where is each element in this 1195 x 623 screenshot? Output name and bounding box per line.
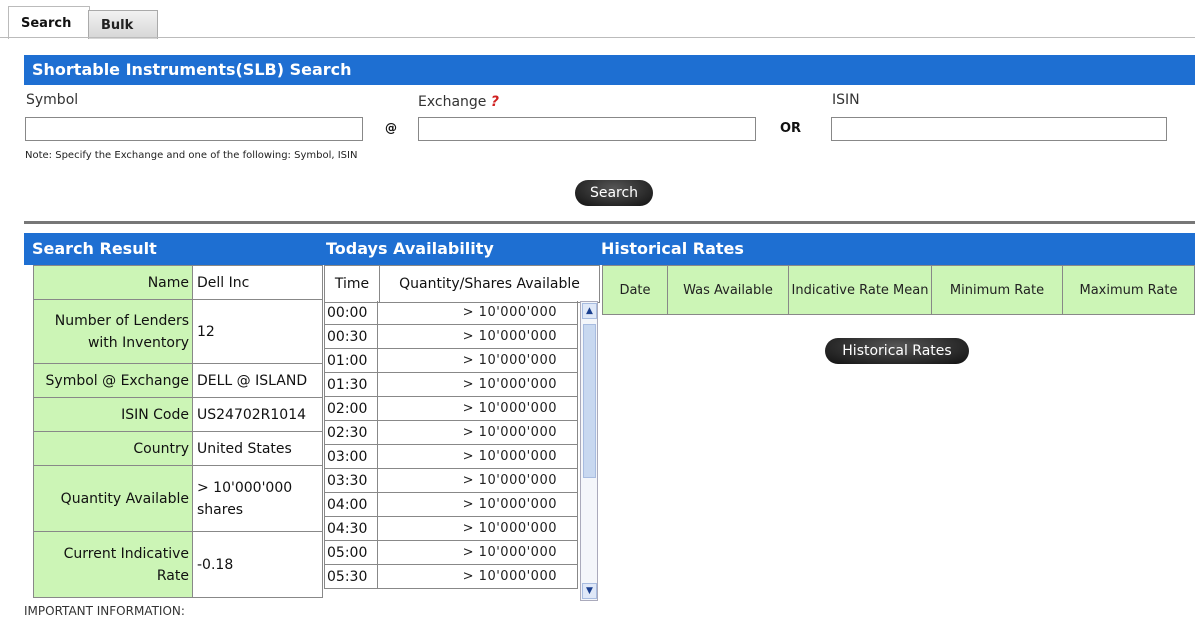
result-row-name: Name Dell Inc (33, 265, 323, 300)
availability-time: 03:30 (324, 469, 378, 493)
result-value: US24702R1014 (192, 397, 323, 432)
search-result-title: Search Result (32, 239, 157, 258)
historical-rates-table: Date Was Available Indicative Rate Mean … (602, 265, 1195, 315)
availability-time: 03:00 (324, 445, 378, 469)
result-row-isin: ISIN Code US24702R1014 (33, 397, 323, 432)
result-row-country: Country United States (33, 431, 323, 466)
result-row-lenders: Number of Lenders with Inventory 12 (33, 299, 323, 364)
availability-scrollbar[interactable]: ▲ ▼ (580, 301, 598, 601)
symbol-label: Symbol (26, 92, 79, 108)
help-icon[interactable]: ? (491, 94, 499, 110)
hist-header-max-rate: Maximum Rate (1062, 265, 1195, 315)
result-key: ISIN Code (33, 397, 193, 432)
result-key: Symbol @ Exchange (33, 363, 193, 398)
availability-time: 01:00 (324, 349, 378, 373)
result-row-rate: Current Indicative Rate -0.18 (33, 531, 323, 598)
results-header-bar: Search Result Todays Availability Histor… (24, 233, 1195, 265)
availability-quantity: > 10'000'000 (378, 349, 578, 373)
result-value: United States (192, 431, 323, 466)
availability-quantity: > 10'000'000 (378, 493, 578, 517)
availability-quantity: > 10'000'000 (378, 445, 578, 469)
availability-quantity: > 10'000'000 (378, 301, 578, 325)
tab-search[interactable]: Search (8, 6, 90, 39)
isin-label: ISIN (832, 92, 860, 108)
search-button[interactable]: Search (575, 180, 653, 206)
symbol-input[interactable] (25, 117, 363, 141)
or-separator: OR (780, 121, 802, 136)
result-value: Dell Inc (192, 265, 323, 300)
hist-header-min-rate: Minimum Rate (931, 265, 1063, 315)
availability-time: 02:00 (324, 397, 378, 421)
search-result-table: Name Dell Inc Number of Lenders with Inv… (33, 265, 323, 598)
result-value: 12 (192, 299, 323, 364)
result-key: Name (33, 265, 193, 300)
availability-header-row: Time Quantity/Shares Available (324, 265, 600, 303)
result-key: Number of Lenders with Inventory (33, 299, 193, 364)
result-row-quantity: Quantity Available > 10'000'000 shares (33, 465, 323, 532)
result-key: Current Indicative Rate (33, 531, 193, 598)
historical-title: Historical Rates (601, 239, 744, 258)
hist-header-rate-mean: Indicative Rate Mean (788, 265, 932, 315)
isin-input[interactable] (831, 117, 1167, 141)
hist-header-was-available: Was Available (667, 265, 789, 315)
availability-time: 04:00 (324, 493, 378, 517)
tab-divider (0, 37, 1195, 38)
at-separator: @ (385, 121, 397, 135)
result-value: > 10'000'000 shares (192, 465, 323, 532)
availability-time: 04:30 (324, 517, 378, 541)
availability-time: 05:30 (324, 565, 378, 589)
exchange-label-text: Exchange (418, 94, 487, 110)
section-divider (24, 221, 1195, 224)
tab-bulk[interactable]: Bulk (88, 10, 158, 39)
availability-quantity: > 10'000'000 (378, 397, 578, 421)
historical-header-row: Date Was Available Indicative Rate Mean … (602, 265, 1195, 315)
availability-time: 02:30 (324, 421, 378, 445)
result-row-symbol-exchange: Symbol @ Exchange DELL @ ISLAND (33, 363, 323, 398)
scroll-up-icon[interactable]: ▲ (582, 303, 597, 319)
search-note: Note: Specify the Exchange and one of th… (25, 150, 358, 161)
quantity-column-header: Quantity/Shares Available (379, 265, 600, 303)
hist-header-date: Date (602, 265, 668, 315)
availability-time-column: 00:00 00:30 01:00 01:30 02:00 02:30 03:00 03:30… (324, 301, 378, 589)
availability-quantity: > 10'000'000 (378, 421, 578, 445)
availability-quantity: > 10'000'000 (378, 373, 578, 397)
exchange-input[interactable] (418, 117, 756, 141)
result-key: Quantity Available (33, 465, 193, 532)
availability-quantity: > 10'000'000 (378, 517, 578, 541)
availability-header: Time Quantity/Shares Available (324, 265, 600, 303)
availability-quantity: > 10'000'000 (378, 565, 578, 589)
historical-rates-button[interactable]: Historical Rates (825, 338, 969, 364)
availability-time: 05:00 (324, 541, 378, 565)
exchange-label: Exchange ? (418, 94, 499, 110)
availability-time: 00:30 (324, 325, 378, 349)
availability-time: 01:30 (324, 373, 378, 397)
result-key: Country (33, 431, 193, 466)
availability-quantity: > 10'000'000 (378, 325, 578, 349)
availability-quantity-column: > 10'000'000 > 10'000'000 > 10'000'000 > 10… (378, 301, 578, 589)
availability-time: 00:00 (324, 301, 378, 325)
important-information: IMPORTANT INFORMATION: (24, 604, 185, 618)
search-panel-title: Shortable Instruments(SLB) Search (24, 55, 1195, 85)
availability-quantity: > 10'000'000 (378, 469, 578, 493)
result-value: DELL @ ISLAND (192, 363, 323, 398)
scroll-down-icon[interactable]: ▼ (582, 583, 597, 599)
result-value: -0.18 (192, 531, 323, 598)
time-column-header: Time (324, 265, 380, 303)
scroll-thumb[interactable] (583, 324, 596, 478)
availability-title: Todays Availability (326, 239, 494, 258)
availability-quantity: > 10'000'000 (378, 541, 578, 565)
